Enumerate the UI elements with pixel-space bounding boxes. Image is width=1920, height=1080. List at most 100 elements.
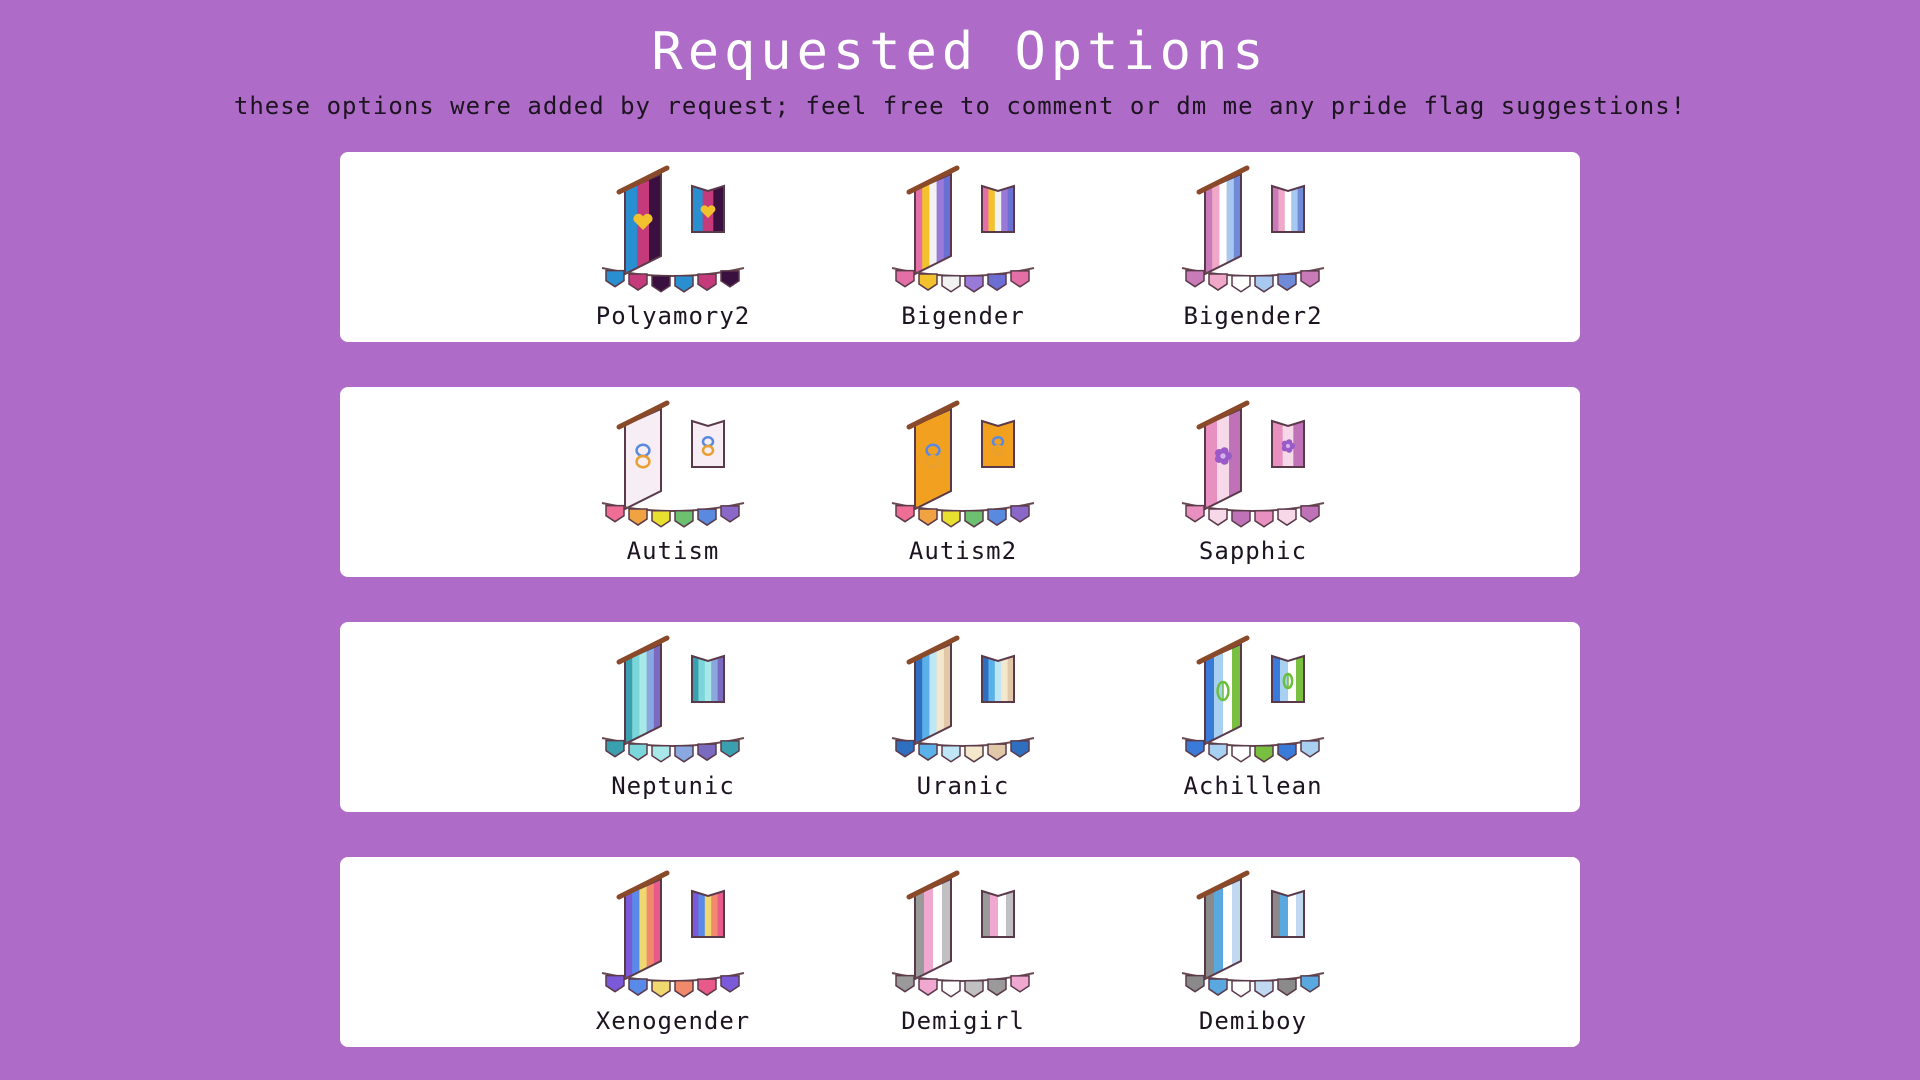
flag-option-achillean[interactable]: Achillean bbox=[1153, 622, 1353, 812]
bunting-flag bbox=[651, 745, 671, 763]
bunting-flag bbox=[918, 273, 938, 291]
page-subtitle: these options were added by request; fee… bbox=[233, 92, 1687, 120]
flag-option-label: Autism2 bbox=[908, 537, 1018, 565]
bunting-flag bbox=[1277, 508, 1297, 527]
bunting-flag bbox=[720, 270, 740, 288]
bunting-flag bbox=[1254, 980, 1274, 998]
bunting-flag bbox=[628, 978, 648, 996]
bunting-flag bbox=[1010, 740, 1030, 758]
bunting-flag bbox=[941, 980, 961, 998]
bunting-flag bbox=[628, 743, 648, 761]
flag-option-label: Polyamory2 bbox=[595, 302, 751, 330]
bunting-flag bbox=[605, 739, 625, 758]
bunting-flag bbox=[605, 974, 625, 993]
bunting-flag bbox=[674, 510, 694, 528]
small-banner bbox=[1271, 184, 1305, 233]
uranic-flag-icon bbox=[891, 635, 1035, 763]
bunting-flag bbox=[697, 273, 717, 292]
bunting-flag bbox=[720, 975, 740, 993]
demiboy-flag-icon bbox=[1181, 870, 1325, 998]
flag-option-demiboy[interactable]: Demiboy bbox=[1153, 857, 1353, 1047]
bunting-flag bbox=[1185, 269, 1205, 288]
bunting-flag bbox=[1208, 508, 1228, 526]
bunting bbox=[891, 972, 1035, 998]
bunting-flag bbox=[1277, 743, 1297, 762]
bunting-flag bbox=[987, 508, 1007, 527]
small-banner bbox=[1271, 654, 1305, 703]
flag-option-label: Achillean bbox=[1183, 772, 1323, 800]
bunting-flag bbox=[1208, 978, 1228, 996]
bunting-flag bbox=[1254, 510, 1274, 528]
bunting-flag bbox=[941, 510, 961, 528]
flag-row-panel: Autism Autism2 Sapphic bbox=[340, 387, 1580, 577]
flag-option-polyamory2[interactable]: Polyamory2 bbox=[573, 152, 773, 342]
bunting-flag bbox=[895, 974, 915, 993]
bunting-flag bbox=[697, 508, 717, 527]
bunting bbox=[1181, 972, 1325, 998]
flag-option-demigirl[interactable]: Demigirl bbox=[863, 857, 1063, 1047]
bunting bbox=[891, 502, 1035, 528]
flag-option-autism[interactable]: Autism bbox=[573, 387, 773, 577]
bunting-flag bbox=[1300, 975, 1320, 993]
flag-option-autism2[interactable]: Autism2 bbox=[863, 387, 1063, 577]
bunting bbox=[601, 267, 745, 293]
small-banner bbox=[1271, 419, 1305, 468]
bunting-flag bbox=[895, 739, 915, 758]
flag-option-xenogender[interactable]: Xenogender bbox=[573, 857, 773, 1047]
flag-option-label: Demigirl bbox=[901, 1007, 1025, 1035]
bunting-flag bbox=[628, 508, 648, 526]
bunting-flag bbox=[1254, 275, 1274, 293]
bunting bbox=[891, 737, 1035, 763]
small-banner bbox=[691, 184, 725, 233]
bunting-flag bbox=[941, 745, 961, 763]
small-banner bbox=[981, 419, 1015, 468]
flag-option-sapphic[interactable]: Sapphic bbox=[1153, 387, 1353, 577]
bunting-flag bbox=[720, 505, 740, 523]
bunting-flag bbox=[651, 510, 671, 528]
bunting-flag bbox=[918, 743, 938, 761]
bunting bbox=[601, 972, 745, 998]
flag-option-bigender2[interactable]: Bigender2 bbox=[1153, 152, 1353, 342]
bunting-flag bbox=[1231, 510, 1251, 528]
flag-option-label: Xenogender bbox=[595, 1007, 751, 1035]
demigirl-flag-icon bbox=[891, 870, 1035, 998]
bunting-flag bbox=[987, 743, 1007, 762]
bunting-flag bbox=[674, 980, 694, 998]
bunting-flag bbox=[1277, 978, 1297, 997]
bunting-flag bbox=[1231, 275, 1251, 293]
bunting-flag bbox=[1300, 740, 1320, 758]
flag-option-neptunic[interactable]: Neptunic bbox=[573, 622, 773, 812]
bunting-flag bbox=[918, 508, 938, 526]
bunting bbox=[891, 267, 1035, 293]
bunting-flag bbox=[918, 978, 938, 996]
bunting-flag bbox=[1277, 273, 1297, 292]
bunting-flag bbox=[987, 273, 1007, 292]
flag-row-panel: Polyamory2 Bigender Bigender2 bbox=[340, 152, 1580, 342]
bunting-flag bbox=[1185, 504, 1205, 523]
flag-option-bigender[interactable]: Bigender bbox=[863, 152, 1063, 342]
bunting-flag bbox=[895, 269, 915, 288]
bunting bbox=[1181, 737, 1325, 763]
flag-option-uranic[interactable]: Uranic bbox=[863, 622, 1063, 812]
bunting-flag bbox=[674, 745, 694, 763]
small-banner bbox=[981, 889, 1015, 938]
small-banner bbox=[691, 654, 725, 703]
neptunic-flag-icon bbox=[601, 635, 745, 763]
bunting-flag bbox=[1010, 975, 1030, 993]
flag-row-panel: Neptunic Uranic Achillean bbox=[340, 622, 1580, 812]
bunting bbox=[1181, 502, 1325, 528]
bunting-flag bbox=[941, 275, 961, 293]
bunting-flag bbox=[697, 978, 717, 997]
bunting-flag bbox=[895, 504, 915, 523]
bunting-flag bbox=[697, 743, 717, 762]
bunting-flag bbox=[605, 504, 625, 523]
bunting bbox=[1181, 267, 1325, 293]
small-banner bbox=[1271, 889, 1305, 938]
sapphic-flag-icon bbox=[1181, 400, 1325, 528]
flag-option-label: Demiboy bbox=[1198, 1007, 1308, 1035]
bunting-flag bbox=[628, 273, 648, 291]
bunting-flag bbox=[1208, 273, 1228, 291]
flag-option-label: Sapphic bbox=[1198, 537, 1308, 565]
bunting-flag bbox=[1254, 745, 1274, 763]
bigender-flag-icon bbox=[891, 165, 1035, 293]
